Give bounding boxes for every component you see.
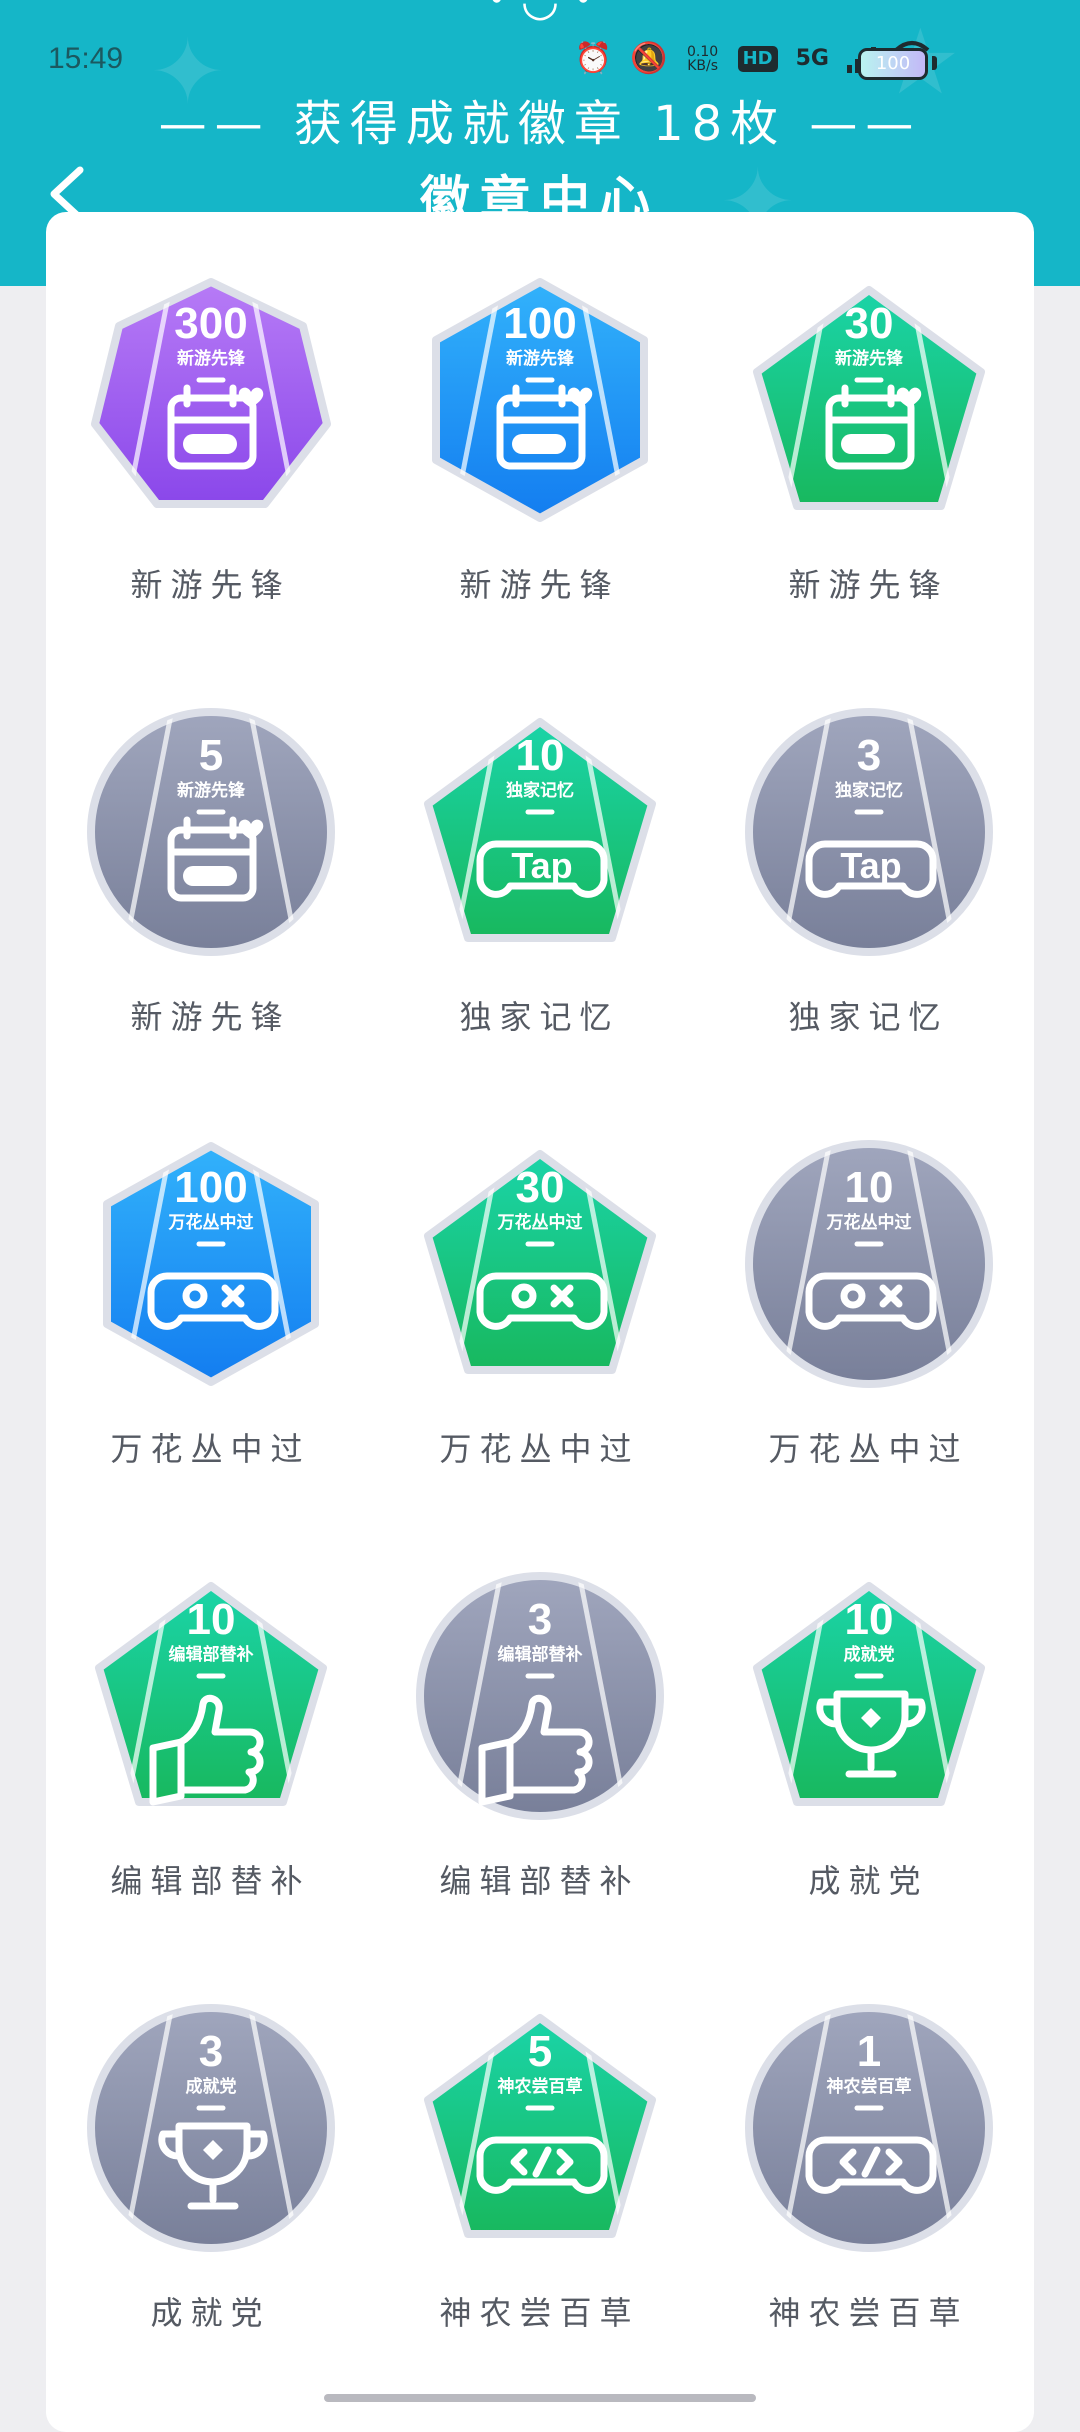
badge-number: 30 <box>845 299 894 348</box>
badge-number: 5 <box>199 731 223 780</box>
trophy-badge-icon: 10 成就党 <box>753 1582 985 1806</box>
badge-subtitle: 成就党 <box>186 2076 237 2097</box>
battery-tip <box>932 56 937 70</box>
badge-count-subtitle: —— 获得成就徽章 18枚 —— <box>158 96 922 152</box>
thumbs-up-badge-icon: 10 编辑部替补 <box>95 1582 327 1806</box>
badge-label: 万花丛中过 <box>439 1430 640 1468</box>
badge-label: 新游先锋 <box>788 566 949 604</box>
badge-subtitle: 成就党 <box>844 1644 895 1665</box>
alarm-icon: ⏰ <box>574 41 613 76</box>
badge-number: 300 <box>174 299 247 348</box>
badge-number: 10 <box>845 1595 894 1644</box>
status-time: 15:49 <box>48 42 124 75</box>
badge-subtitle: 万花丛中过 <box>168 1212 254 1233</box>
badge-item[interactable]: 100 新游先锋 新游先锋 <box>375 272 704 704</box>
badge-item[interactable]: 100 万花丛中过 万花丛中过 <box>46 1136 375 1568</box>
badge-number: 5 <box>528 2027 552 2076</box>
badge-card: 300 新游先锋 新游先锋 100 新游先锋 新游先锋 30 新游先锋 新游先锋… <box>46 212 1034 2432</box>
badge-item[interactable]: 10 独家记忆 Tap 独家记忆 <box>375 704 704 1136</box>
badge-subtitle: 新游先锋 <box>177 780 246 801</box>
badge-grid: 300 新游先锋 新游先锋 100 新游先锋 新游先锋 30 新游先锋 新游先锋… <box>46 272 1034 2432</box>
svg-text:Tap: Tap <box>840 845 901 886</box>
badge-item[interactable]: 3 独家记忆 Tap 独家记忆 <box>704 704 1033 1136</box>
badge-number: 100 <box>503 299 576 348</box>
badge-number: 10 <box>516 731 565 780</box>
badge-label: 独家记忆 <box>788 998 949 1036</box>
badge-subtitle: 编辑部替补 <box>498 1644 583 1665</box>
badge-item[interactable]: 30 新游先锋 新游先锋 <box>704 272 1033 704</box>
calendar-gamepad-badge-icon: 100 新游先锋 <box>432 278 648 522</box>
badge-subtitle: 独家记忆 <box>835 780 903 801</box>
trophy-badge-icon: 3 成就党 <box>87 2004 335 2252</box>
badge-label: 新游先锋 <box>459 566 620 604</box>
badge-subtitle: 新游先锋 <box>506 348 575 369</box>
badge-subtitle: 编辑部替补 <box>169 1644 254 1665</box>
badge-label: 成就党 <box>808 1862 929 1900</box>
badge-subtitle: 新游先锋 <box>177 348 246 369</box>
badge-item[interactable]: 300 新游先锋 新游先锋 <box>46 272 375 704</box>
calendar-gamepad-badge-icon: 5 新游先锋 <box>87 708 335 956</box>
badge-number: 3 <box>857 731 881 780</box>
svg-text:Tap: Tap <box>511 845 572 886</box>
badge-item[interactable]: 10 编辑部替补 编辑部替补 <box>46 1568 375 2000</box>
badge-label: 独家记忆 <box>459 998 620 1036</box>
gamepad-badge-icon: 10 万花丛中过 <box>745 1140 993 1388</box>
thumbs-up-badge-icon: 3 编辑部替补 <box>416 1572 664 1820</box>
badge-item[interactable]: 3 编辑部替补 编辑部替补 <box>375 1568 704 2000</box>
code-controller-badge-icon: 5 神农尝百草 <box>424 2014 656 2238</box>
badge-label: 万花丛中过 <box>110 1430 311 1468</box>
badge-item[interactable]: 5 新游先锋 新游先锋 <box>46 704 375 1136</box>
mute-icon: 🔕 <box>630 41 668 76</box>
badge-subtitle: 独家记忆 <box>506 780 574 801</box>
calendar-gamepad-badge-icon: 30 新游先锋 <box>753 286 985 510</box>
badge-label: 编辑部替补 <box>439 1862 640 1900</box>
home-indicator[interactable] <box>324 2394 756 2402</box>
badge-label: 成就党 <box>150 2294 271 2332</box>
badge-subtitle: 神农尝百草 <box>827 2076 912 2097</box>
badge-item[interactable]: 30 万花丛中过 万花丛中过 <box>375 1136 704 1568</box>
tap-controller-badge-icon: 3 独家记忆 Tap <box>745 708 993 956</box>
badge-number: 3 <box>199 2027 223 2076</box>
net-speed-unit: KB/s <box>687 58 718 74</box>
network-type: 5G <box>795 46 829 71</box>
code-controller-badge-icon: 1 神农尝百草 <box>745 2004 993 2252</box>
badge-subtitle: 新游先锋 <box>835 348 904 369</box>
gamepad-badge-icon: 100 万花丛中过 <box>103 1142 319 1386</box>
badge-label: 神农尝百草 <box>768 2294 969 2332</box>
net-speed: 0.10 KB/s <box>686 45 720 73</box>
badge-number: 1 <box>857 2027 881 2076</box>
badge-label: 神农尝百草 <box>439 2294 640 2332</box>
calendar-gamepad-badge-icon: 300 新游先锋 <box>91 278 331 508</box>
tap-controller-badge-icon: 10 独家记忆 Tap <box>424 718 656 942</box>
badge-item[interactable]: 5 神农尝百草 神农尝百草 <box>375 2000 704 2432</box>
badge-item[interactable]: 10 万花丛中过 万花丛中过 <box>704 1136 1033 1568</box>
badge-label: 新游先锋 <box>130 566 291 604</box>
badge-number: 100 <box>174 1163 247 1212</box>
badge-subtitle: 万花丛中过 <box>497 1212 583 1233</box>
badge-number: 10 <box>845 1163 894 1212</box>
hd-icon: HD <box>737 46 778 72</box>
badge-label: 万花丛中过 <box>768 1430 969 1468</box>
gamepad-badge-icon: 30 万花丛中过 <box>424 1150 656 1374</box>
badge-number: 10 <box>187 1595 236 1644</box>
battery-icon: 100 <box>858 48 928 80</box>
badge-item[interactable]: 3 成就党 成就党 <box>46 2000 375 2432</box>
badge-item[interactable]: 1 神农尝百草 神农尝百草 <box>704 2000 1033 2432</box>
badge-item[interactable]: 10 成就党 成就党 <box>704 1568 1033 2000</box>
badge-label: 编辑部替补 <box>110 1862 311 1900</box>
badge-subtitle: 神农尝百草 <box>498 2076 583 2097</box>
badge-number: 3 <box>528 1595 552 1644</box>
badge-subtitle: 万花丛中过 <box>826 1212 912 1233</box>
badge-number: 30 <box>516 1163 565 1212</box>
badge-label: 新游先锋 <box>130 998 291 1036</box>
